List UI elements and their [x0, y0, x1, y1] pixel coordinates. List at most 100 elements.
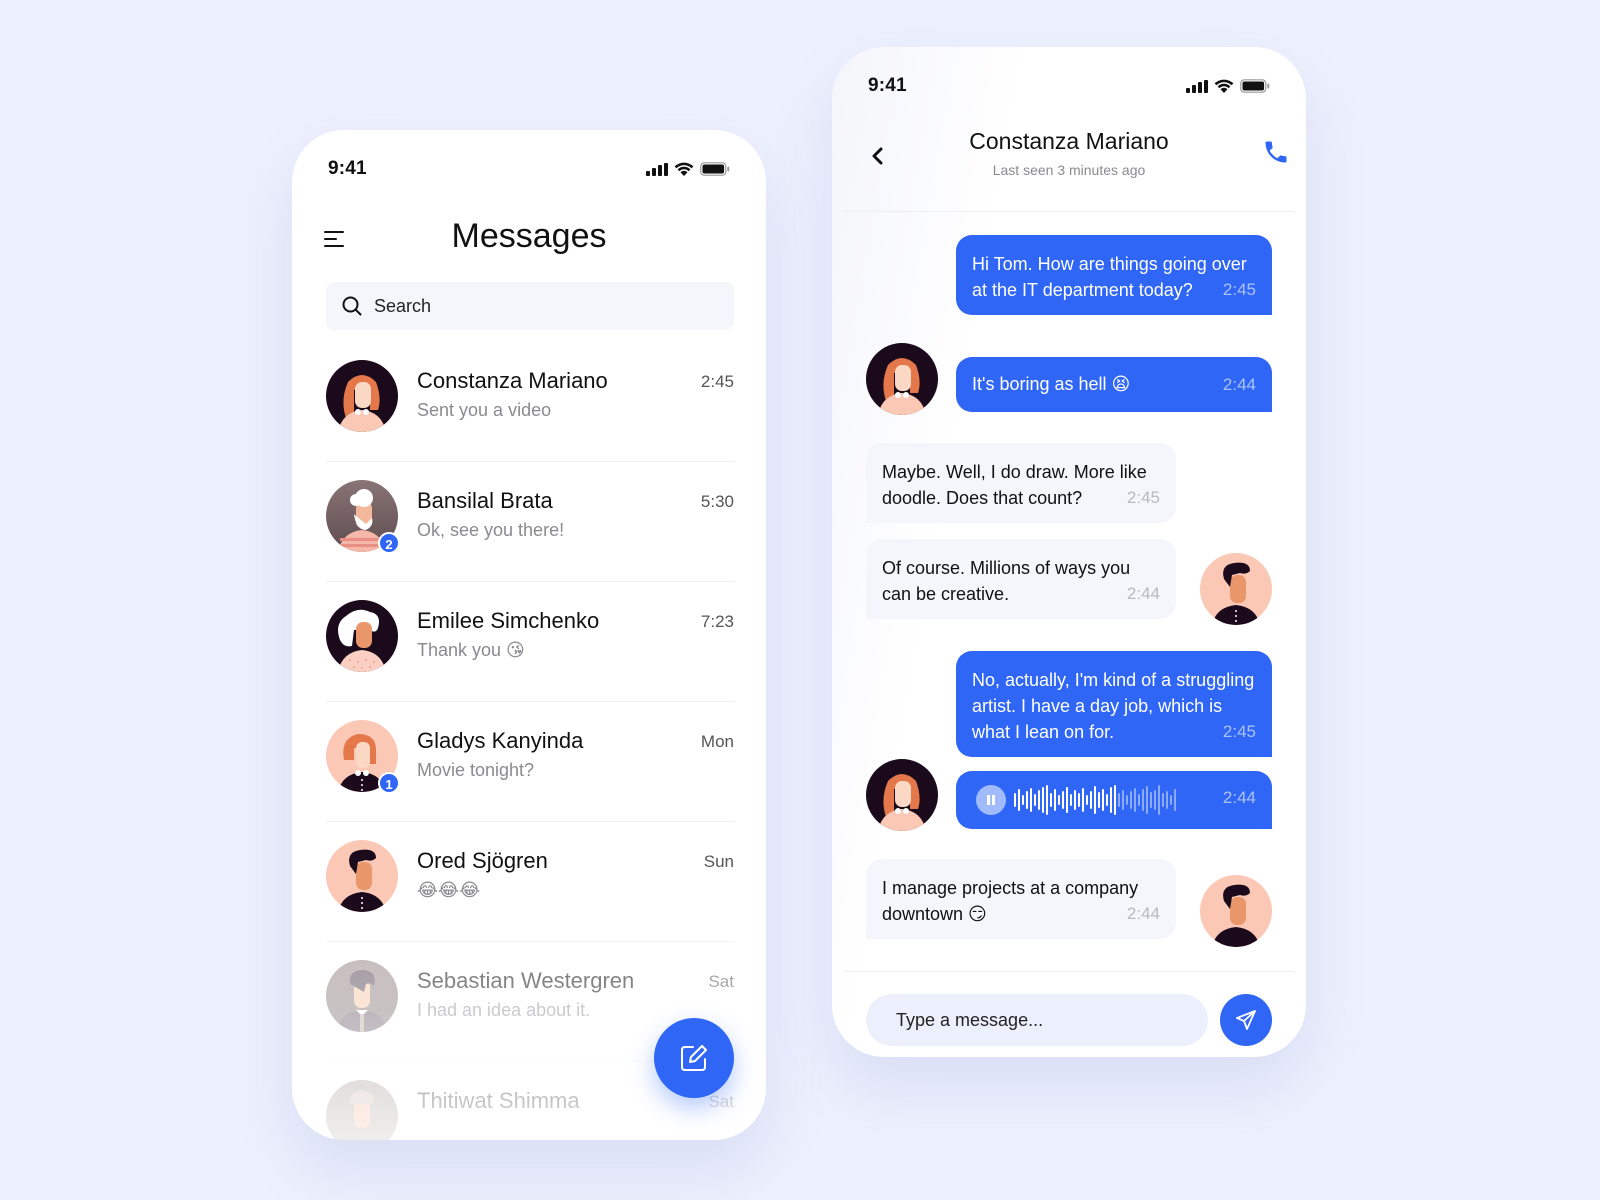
- waveform-bar: [1170, 795, 1172, 805]
- page-title: Messages: [451, 217, 607, 255]
- waveform-bar: [1046, 785, 1048, 815]
- waveform-bar: [1134, 788, 1136, 812]
- outgoing-message: Hi Tom. How are things going over at the…: [956, 235, 1272, 315]
- message-time: 7:23: [700, 612, 734, 631]
- conversation-item[interactable]: 1 Gladys Kanyinda Movie tonight? Mon: [326, 702, 734, 822]
- waveform-bar: [1158, 785, 1160, 815]
- status-bar: 9:41: [832, 75, 1306, 99]
- incoming-message: Of course. Millions of ways you can be c…: [866, 539, 1176, 619]
- waveform-bar: [1058, 795, 1060, 805]
- waveform-bar: [1082, 788, 1084, 812]
- contact-name: Ored Sjögren: [417, 848, 548, 873]
- waveform-bar: [1094, 786, 1096, 814]
- list-header: Messages: [292, 215, 766, 275]
- waveform-bar: [1086, 795, 1088, 805]
- avatar: [326, 960, 398, 1032]
- search-bar[interactable]: [326, 282, 734, 330]
- user-avatar: [1200, 875, 1272, 947]
- waveform-bar: [1034, 794, 1036, 806]
- unread-badge: 2: [378, 532, 400, 554]
- waveform-bar: [1018, 789, 1020, 811]
- message-text: No, actually, I'm kind of a struggling a…: [972, 670, 1255, 742]
- message-time: Sat: [708, 1092, 734, 1111]
- waveform-bar: [1122, 790, 1124, 810]
- voice-waveform[interactable]: [1014, 784, 1204, 816]
- contact-name: Sebastian Westergren: [417, 968, 635, 993]
- contact-name: Bansilal Brata: [417, 488, 553, 513]
- chat-contact-name: Constanza Mariano: [969, 128, 1169, 154]
- waveform-bar: [1162, 793, 1164, 807]
- waveform-bar: [1070, 794, 1072, 806]
- phone-icon: [1265, 141, 1287, 163]
- incoming-message: Maybe. Well, I do draw. More like doodle…: [866, 443, 1176, 523]
- wifi-icon: [674, 162, 694, 176]
- chat-screen: 9:41 Constanza Mariano Last seen 3 minut…: [832, 47, 1306, 1057]
- waveform-bar: [1114, 785, 1116, 815]
- message-input[interactable]: [866, 994, 1208, 1046]
- message-time: Mon: [700, 732, 734, 751]
- contact-name: Gladys Kanyinda: [417, 728, 584, 753]
- message-time: 2:45: [1222, 280, 1256, 299]
- waveform-bar: [1098, 792, 1100, 808]
- avatar: [326, 600, 398, 672]
- waveform-bar: [1030, 788, 1032, 812]
- search-input[interactable]: [374, 295, 674, 317]
- message-text: I manage projects at a company downtown …: [882, 878, 1139, 924]
- unread-badge: 1: [378, 772, 400, 794]
- avatar: [326, 360, 398, 432]
- contact-name: Constanza Mariano: [417, 368, 608, 393]
- status-icons: [1186, 79, 1270, 93]
- compose-button[interactable]: [654, 1018, 734, 1098]
- contact-avatar: [866, 343, 938, 415]
- messages-list-screen: 9:41 Messages Constanza Mariano Sent you…: [292, 130, 766, 1140]
- contact-name: Emilee Simchenko: [417, 608, 600, 633]
- message-text: Hi Tom. How are things going over at the…: [972, 254, 1247, 300]
- waveform-bar: [1102, 789, 1104, 811]
- waveform-bar: [1174, 789, 1176, 811]
- call-button[interactable]: [1262, 138, 1290, 166]
- waveform-bar: [1066, 787, 1068, 813]
- avatar: [326, 1080, 398, 1140]
- waveform-bar: [1110, 787, 1112, 813]
- waveform-bar: [1014, 793, 1016, 807]
- conversation-item[interactable]: Emilee Simchenko Thank you 😘 7:23: [326, 582, 734, 702]
- waveform-bar: [1126, 795, 1128, 805]
- waveform-bar: [1118, 793, 1120, 807]
- waveform-bar: [1154, 790, 1156, 810]
- waveform-bar: [1166, 791, 1168, 809]
- conversation-item[interactable]: Constanza Mariano Sent you a video 2:45: [326, 342, 734, 462]
- message-text: Maybe. Well, I do draw. More like doodle…: [882, 462, 1147, 508]
- message-preview: 😂😂😂: [417, 880, 481, 900]
- message-composer: [844, 971, 1294, 1057]
- contact-name: Thitiwat Shimma: [417, 1088, 580, 1113]
- message-time: 2:44: [1126, 584, 1160, 603]
- battery-icon: [1240, 79, 1270, 93]
- user-avatar: [1200, 553, 1272, 625]
- message-preview: I had an idea about it.: [417, 1000, 591, 1020]
- message-text: Of course. Millions of ways you can be c…: [882, 558, 1131, 604]
- status-time: 9:41: [868, 75, 907, 96]
- waveform-bar: [1138, 794, 1140, 806]
- outgoing-message: It's boring as hell 😫 2:44: [956, 357, 1272, 412]
- message-time: 2:44: [1126, 904, 1160, 923]
- send-button[interactable]: [1220, 994, 1272, 1046]
- waveform-bar: [1038, 790, 1040, 810]
- message-time: 2:45: [1126, 488, 1160, 507]
- message-preview: Sent you a video: [417, 400, 552, 420]
- message-time: 2:45: [1222, 722, 1256, 741]
- waveform-bar: [1146, 786, 1148, 814]
- conversation-item[interactable]: 2 Bansilal Brata Ok, see you there! 5:30: [326, 462, 734, 582]
- waveform-bar: [1050, 793, 1052, 807]
- send-paper-plane-icon: [1236, 1010, 1256, 1030]
- contact-avatar: [866, 759, 938, 831]
- outgoing-message: No, actually, I'm kind of a struggling a…: [956, 651, 1272, 757]
- pause-icon[interactable]: [976, 785, 1006, 815]
- message-preview: Movie tonight?: [417, 760, 535, 780]
- waveform-bar: [1042, 787, 1044, 813]
- conversation-item[interactable]: Ored Sjögren 😂😂😂 Sun: [326, 822, 734, 942]
- status-time: 9:41: [328, 158, 367, 179]
- message-time: 2:44: [1222, 788, 1256, 807]
- waveform-bar: [1074, 790, 1076, 810]
- signal-icon: [646, 162, 668, 176]
- message-time: 2:45: [700, 372, 734, 391]
